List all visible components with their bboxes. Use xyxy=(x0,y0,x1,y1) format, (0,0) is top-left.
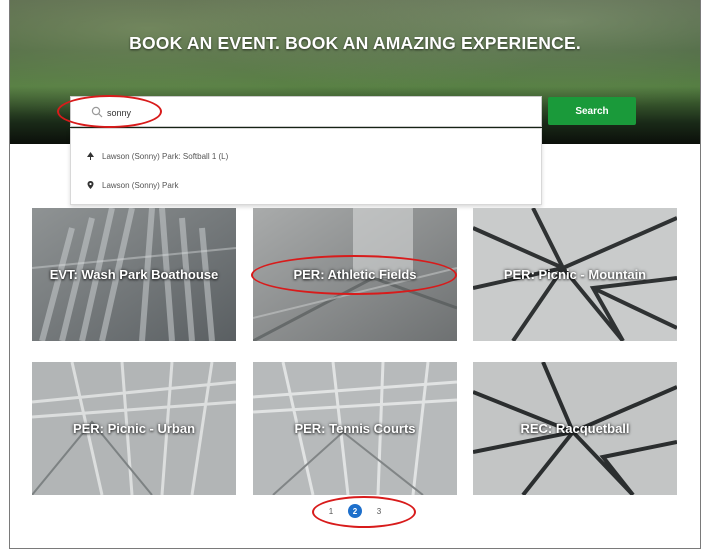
search-suggestions: Lawson (Sonny) Park: Softball 1 (L) Laws… xyxy=(70,128,542,205)
tile-label: REC: Racquetball xyxy=(520,420,630,436)
tile-label: PER: Tennis Courts xyxy=(294,420,416,436)
search-button[interactable]: Search xyxy=(548,97,636,125)
facility-tile[interactable]: PER: Picnic - Mountain xyxy=(473,208,677,341)
suggestion-label: Lawson (Sonny) Park: Softball 1 (L) xyxy=(102,151,229,161)
map-pin-icon xyxy=(87,181,94,189)
tile-label: EVT: Wash Park Boathouse xyxy=(49,266,219,282)
suggestion-label: Lawson (Sonny) Park xyxy=(102,180,179,190)
facility-tile[interactable]: PER: Tennis Courts xyxy=(253,362,457,495)
tile-label: PER: Picnic - Mountain xyxy=(503,266,647,282)
page-link-1[interactable]: 1 xyxy=(324,504,338,518)
search-field[interactable] xyxy=(70,96,542,127)
page-link-2-current[interactable]: 2 xyxy=(348,504,362,518)
tile-label: PER: Picnic - Urban xyxy=(72,420,196,436)
facility-tile[interactable]: PER: Athletic Fields xyxy=(253,208,457,341)
search-input[interactable] xyxy=(105,103,529,123)
tree-icon xyxy=(87,152,94,160)
page-frame: BOOK AN EVENT. BOOK AN AMAZING EXPERIENC… xyxy=(9,0,701,549)
pagination: 1 2 3 xyxy=(10,503,700,519)
facility-tile[interactable]: PER: Picnic - Urban xyxy=(32,362,236,495)
search-icon xyxy=(91,106,103,118)
hero-title: BOOK AN EVENT. BOOK AN AMAZING EXPERIENC… xyxy=(129,33,581,53)
tile-label: PER: Athletic Fields xyxy=(293,266,417,282)
page-link-3[interactable]: 3 xyxy=(372,504,386,518)
suggestion-item[interactable]: Lawson (Sonny) Park xyxy=(87,178,178,192)
suggestion-item[interactable]: Lawson (Sonny) Park: Softball 1 (L) xyxy=(87,149,228,163)
facility-tile[interactable]: EVT: Wash Park Boathouse xyxy=(32,208,236,341)
facility-tile[interactable]: REC: Racquetball xyxy=(473,362,677,495)
